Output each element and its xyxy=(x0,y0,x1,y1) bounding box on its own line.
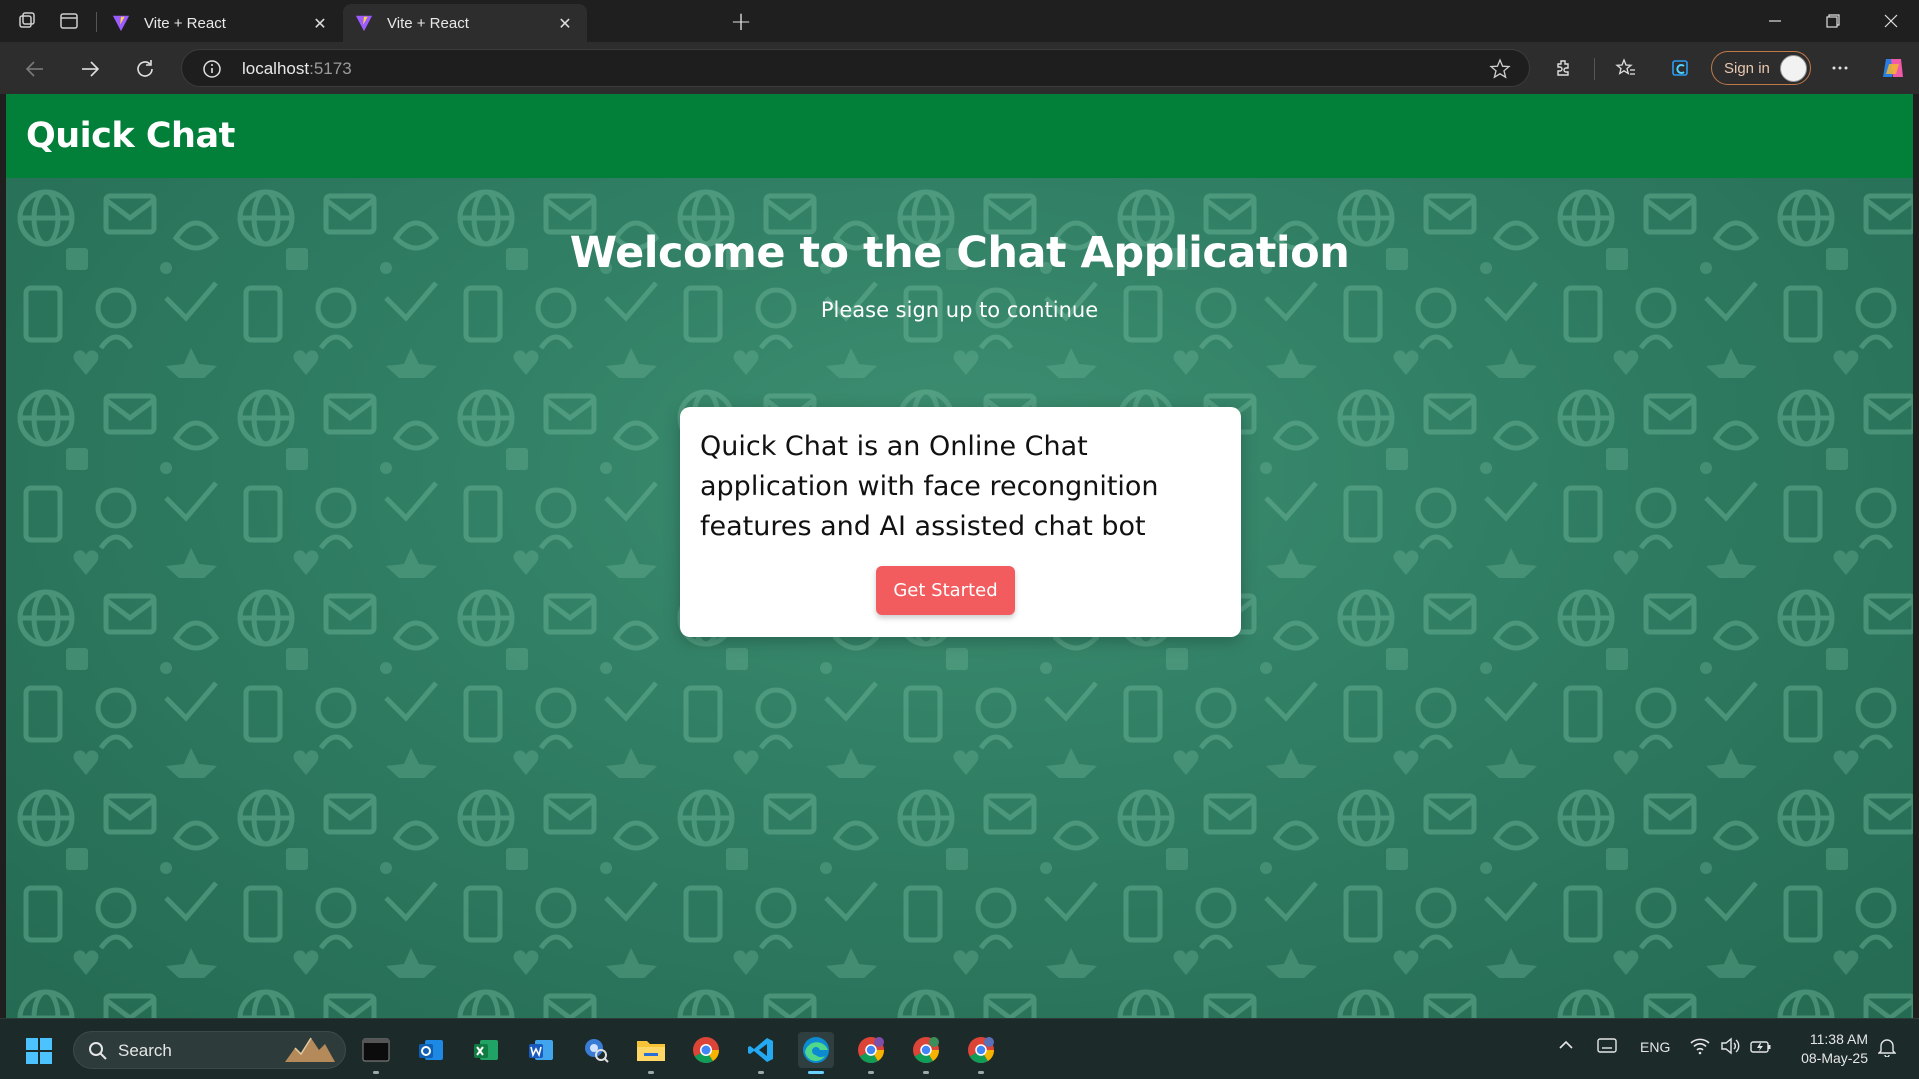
volume-icon[interactable] xyxy=(1720,1037,1740,1058)
tab-title: Vite + React xyxy=(387,14,469,32)
clock-time: 11:38 AM xyxy=(1809,1031,1868,1047)
file-explorer-icon[interactable] xyxy=(633,1032,669,1074)
windows-start-icon[interactable] xyxy=(25,1037,53,1065)
collections-icon[interactable] xyxy=(1667,54,1695,82)
site-info-icon[interactable] xyxy=(202,59,222,79)
restore-button[interactable] xyxy=(1804,0,1862,42)
running-indicator xyxy=(808,1071,824,1074)
chrome-icon[interactable] xyxy=(688,1032,724,1068)
chrome-profile-3-icon[interactable] xyxy=(963,1032,999,1074)
tab-actions-icon[interactable] xyxy=(55,7,83,35)
touch-keyboard-icon[interactable] xyxy=(1597,1037,1617,1058)
minimize-button[interactable] xyxy=(1746,0,1804,42)
search-icon xyxy=(89,1042,107,1060)
favorites-icon[interactable] xyxy=(1612,54,1640,82)
new-tab-button[interactable]: + xyxy=(727,7,755,37)
intro-card: Quick Chat is an Online Chat application… xyxy=(680,407,1241,637)
copilot-icon[interactable] xyxy=(1879,54,1907,82)
app-header: Quick Chat xyxy=(6,94,1913,178)
url-host: localhost xyxy=(242,59,310,78)
workspaces-icon[interactable] xyxy=(13,7,41,35)
more-options-icon[interactable] xyxy=(1826,54,1854,82)
vite-favicon-icon xyxy=(112,15,130,32)
chrome-profile-2-icon[interactable] xyxy=(908,1032,944,1074)
language-indicator[interactable]: ENG xyxy=(1640,1039,1670,1055)
search-highlight-icon xyxy=(285,1037,335,1062)
taskbar-search[interactable]: Search xyxy=(73,1031,346,1069)
running-indicator xyxy=(373,1071,379,1074)
tab-separator xyxy=(96,12,97,32)
get-started-button[interactable]: Get Started xyxy=(876,566,1015,615)
wifi-icon[interactable] xyxy=(1690,1037,1710,1058)
close-window-button[interactable] xyxy=(1862,0,1919,42)
clock-date: 08-May-25 xyxy=(1801,1050,1868,1066)
vscode-icon[interactable] xyxy=(743,1032,779,1074)
refresh-button[interactable] xyxy=(130,54,160,84)
search-label: Search xyxy=(118,1041,172,1060)
notifications-icon[interactable] xyxy=(1877,1037,1897,1060)
windows-taskbar: Search ENG 11:38 AM 08-May-25 xyxy=(0,1018,1919,1079)
running-indicator xyxy=(978,1071,984,1074)
vite-favicon-icon xyxy=(355,15,373,32)
tab-vite-react-2[interactable]: Vite + React ✕ xyxy=(343,4,587,42)
welcome-heading: Welcome to the Chat Application xyxy=(569,228,1350,278)
edge-icon[interactable] xyxy=(798,1032,834,1074)
terminal-icon[interactable] xyxy=(358,1032,394,1074)
excel-icon[interactable] xyxy=(468,1032,504,1068)
show-hidden-icons-icon[interactable] xyxy=(1558,1037,1574,1056)
welcome-section: Welcome to the Chat Application Please s… xyxy=(6,178,1913,1018)
url-text: localhost:5173 xyxy=(242,59,352,79)
close-tab-icon[interactable]: ✕ xyxy=(310,13,330,33)
intro-description: Quick Chat is an Online Chat application… xyxy=(700,431,1159,542)
tab-title: Vite + React xyxy=(144,14,226,32)
word-icon[interactable] xyxy=(523,1032,559,1068)
toolbar-divider xyxy=(1594,58,1595,80)
extensions-icon[interactable] xyxy=(1550,54,1578,82)
running-indicator xyxy=(758,1071,764,1074)
app-title: Quick Chat xyxy=(26,116,235,156)
running-indicator xyxy=(648,1071,654,1074)
system-clock[interactable]: 11:38 AM 08-May-25 xyxy=(1788,1030,1868,1068)
battery-icon[interactable] xyxy=(1750,1037,1772,1058)
chrome-profile-1-icon[interactable] xyxy=(853,1032,889,1074)
settings-search-icon[interactable] xyxy=(578,1032,614,1068)
browser-toolbar: localhost:5173 Sign in xyxy=(0,42,1919,94)
tab-vite-react-1[interactable]: Vite + React ✕ xyxy=(100,4,342,42)
address-bar[interactable]: localhost:5173 xyxy=(181,49,1530,87)
running-indicator xyxy=(923,1071,929,1074)
back-button[interactable] xyxy=(20,54,50,84)
forward-button[interactable] xyxy=(75,54,105,84)
running-indicator xyxy=(868,1071,874,1074)
url-port: :5173 xyxy=(309,59,352,78)
sign-in-button[interactable]: Sign in xyxy=(1711,51,1811,85)
sign-in-label: Sign in xyxy=(1724,59,1770,77)
favorite-star-icon[interactable] xyxy=(1489,58,1511,80)
browser-tab-strip: Vite + React ✕ Vite + React ✕ + xyxy=(0,0,1919,42)
page-viewport: Quick Chat Welcome to the Chat Applicati… xyxy=(6,94,1913,1018)
welcome-subheading: Please sign up to continue xyxy=(820,298,1099,322)
profile-avatar-icon xyxy=(1780,55,1807,82)
close-tab-icon[interactable]: ✕ xyxy=(555,13,575,33)
outlook-icon[interactable] xyxy=(413,1032,449,1068)
